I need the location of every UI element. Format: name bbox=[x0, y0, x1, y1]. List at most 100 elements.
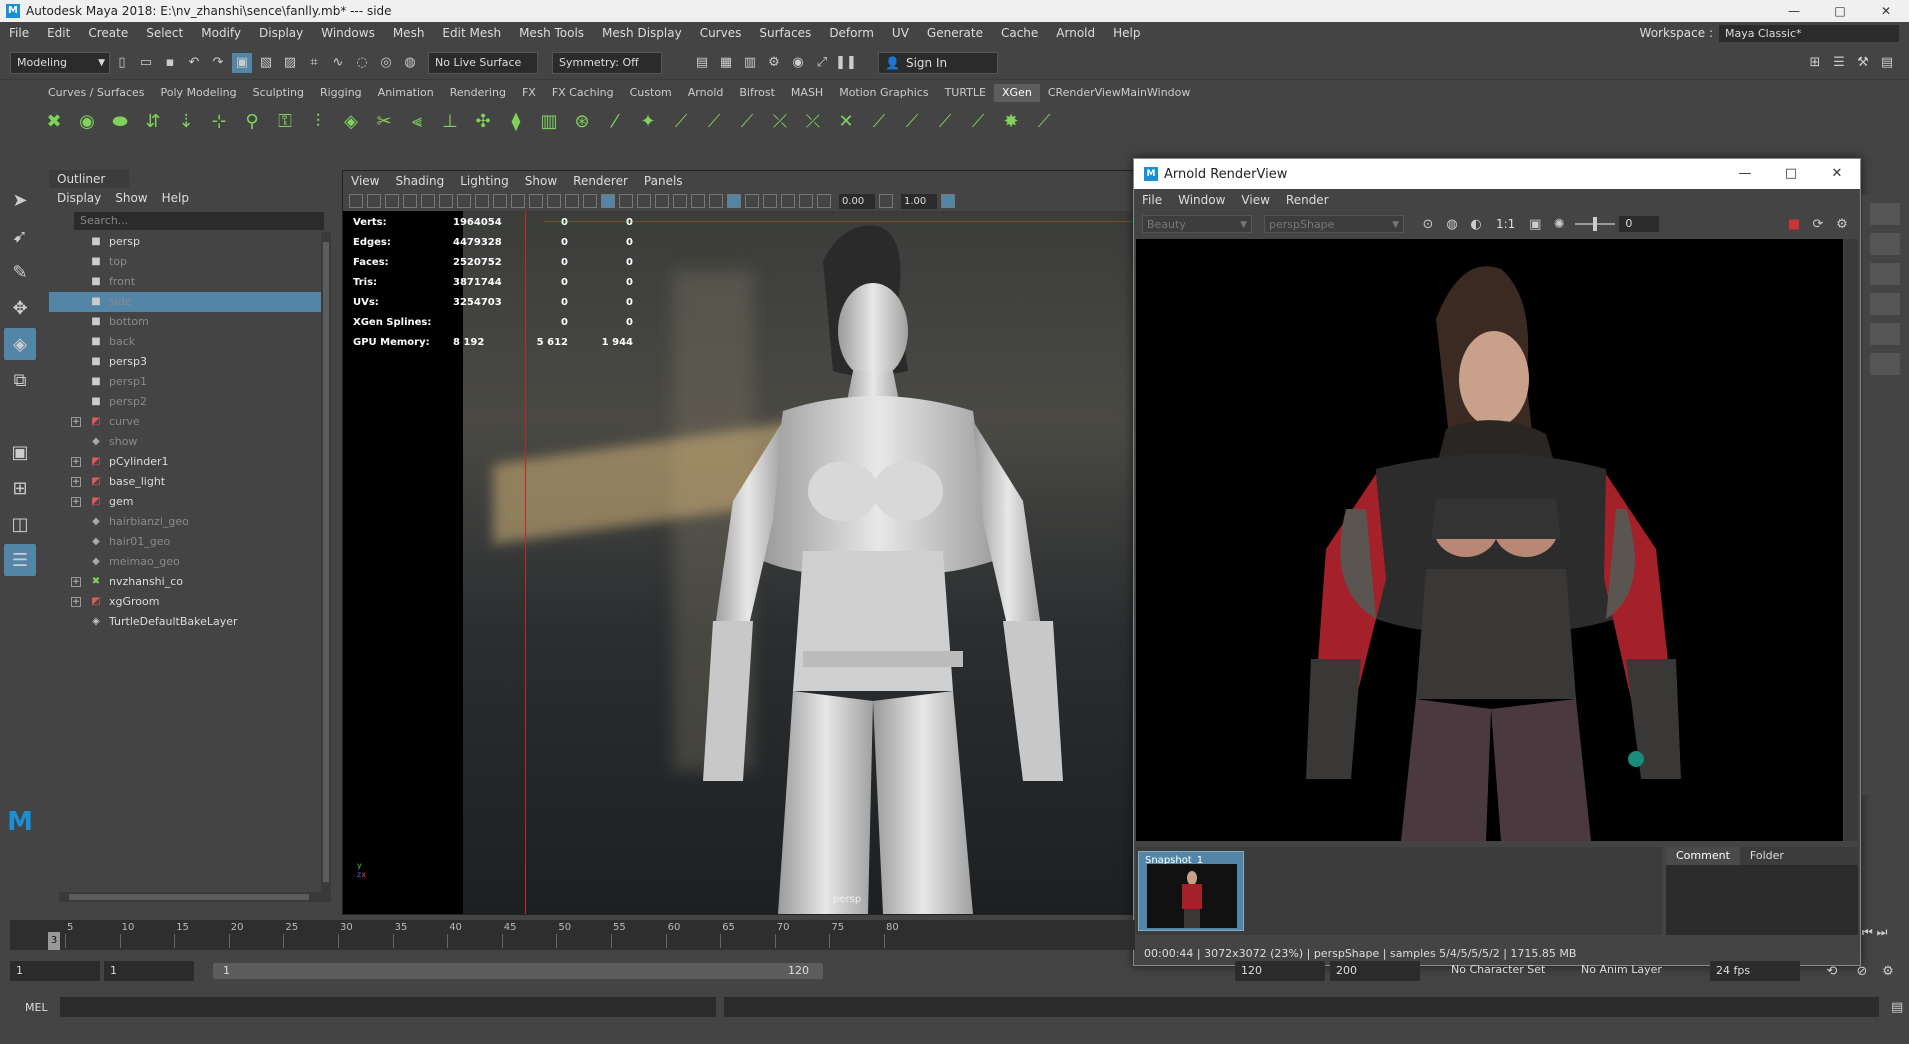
shelf-tab-turtle[interactable]: TURTLE bbox=[937, 84, 994, 102]
menu-curves[interactable]: Curves bbox=[691, 22, 751, 44]
select-by-object-icon[interactable]: ▧ bbox=[256, 53, 276, 73]
shelf-tab-arnold[interactable]: Arnold bbox=[680, 84, 732, 102]
select-by-hierarchy-icon[interactable]: ▣ bbox=[232, 52, 252, 73]
xgen-description-icon[interactable]: ⬬ bbox=[106, 107, 134, 135]
fps-dropdown[interactable]: 24 fps bbox=[1710, 961, 1800, 981]
outliner-search-input[interactable]: Search... bbox=[74, 212, 324, 230]
character-set-dropdown[interactable]: No Character Set bbox=[1445, 960, 1565, 982]
current-frame-marker[interactable]: 3 bbox=[48, 932, 60, 950]
arnold-menu-window[interactable]: Window bbox=[1178, 193, 1225, 207]
command-input[interactable] bbox=[59, 997, 717, 1017]
groom-add-icon[interactable]: ⊹ bbox=[205, 107, 233, 135]
snap-toggle-icon[interactable]: ⤢ bbox=[812, 53, 832, 73]
groom-comb-icon[interactable]: ⫶ bbox=[304, 107, 332, 135]
undo-icon[interactable]: ↶ bbox=[184, 53, 204, 73]
shelf-tab-crenderviewmainwindow[interactable]: CRenderViewMainWindow bbox=[1040, 84, 1199, 102]
arnold-close-button[interactable]: ✕ bbox=[1814, 159, 1860, 189]
side-button-4[interactable] bbox=[1870, 293, 1900, 315]
shelf-tab-motion-graphics[interactable]: Motion Graphics bbox=[831, 84, 936, 102]
groom-brush5-icon[interactable]: ⤫ bbox=[799, 107, 827, 135]
minimize-button[interactable]: — bbox=[1771, 0, 1817, 22]
outliner-item-persp[interactable]: ■ persp bbox=[49, 232, 321, 252]
menu-mesh[interactable]: Mesh bbox=[384, 22, 434, 44]
menu-mesh-tools[interactable]: Mesh Tools bbox=[510, 22, 593, 44]
viewport-menu-view[interactable]: View bbox=[351, 174, 379, 188]
modeling-toolkit-icon[interactable]: ⊞ bbox=[1805, 53, 1825, 73]
outliner-menu-display[interactable]: Display bbox=[57, 191, 101, 205]
outliner-item-turtledefaultbakelayer[interactable]: ◈ TurtleDefaultBakeLayer bbox=[49, 612, 321, 632]
snap-curve-icon[interactable]: ∿ bbox=[328, 53, 348, 73]
menu-generate[interactable]: Generate bbox=[918, 22, 992, 44]
groom-brush3-icon[interactable]: ⟋ bbox=[733, 107, 761, 135]
resolution-gate-icon[interactable] bbox=[493, 194, 507, 208]
playback-end-field[interactable]: 120 bbox=[1235, 961, 1325, 981]
exposure-slider[interactable] bbox=[1575, 217, 1616, 231]
outliner-item-nvzhanshi_co[interactable]: + ✖ nvzhanshi_co bbox=[49, 572, 321, 592]
xgen-editor-icon[interactable]: ✖ bbox=[40, 107, 68, 135]
exposure-value[interactable]: 0 bbox=[1619, 216, 1660, 232]
exposure-field[interactable]: 0.00 bbox=[839, 193, 875, 209]
tab-comment[interactable]: Comment bbox=[1666, 847, 1740, 865]
playback-start-field[interactable]: 1 bbox=[104, 961, 194, 981]
menu-set-dropdown[interactable]: Modeling ▼ bbox=[10, 51, 110, 74]
groom-noise-icon[interactable]: ✣ bbox=[469, 107, 497, 135]
groom-brush12-icon[interactable]: ⟋ bbox=[1030, 107, 1058, 135]
workspace-select[interactable]: Maya Classic* bbox=[1719, 24, 1899, 42]
shelf-tab-custom[interactable]: Custom bbox=[622, 84, 680, 102]
script-type-label[interactable]: MEL bbox=[0, 1001, 60, 1014]
render-frame-icon[interactable]: ▤ bbox=[692, 53, 712, 73]
attribute-editor-icon[interactable]: ☰ bbox=[1829, 53, 1849, 73]
shelf-tab-fx[interactable]: FX bbox=[514, 84, 544, 102]
arnold-menu-view[interactable]: View bbox=[1241, 193, 1269, 207]
snap-surface-icon[interactable]: ◍ bbox=[400, 53, 420, 73]
groom-brush7-icon[interactable]: ⟋ bbox=[865, 107, 893, 135]
outliner-item-top[interactable]: ■ top bbox=[49, 252, 321, 272]
expand-icon[interactable]: + bbox=[71, 597, 81, 607]
expand-icon[interactable]: + bbox=[71, 477, 81, 487]
isolate-select-icon[interactable] bbox=[745, 194, 759, 208]
select-tool-icon[interactable]: ➤ bbox=[4, 184, 36, 216]
camera-dropdown[interactable]: perspShape ▼ bbox=[1264, 215, 1404, 233]
aov-dropdown[interactable]: Beauty ▼ bbox=[1142, 215, 1252, 233]
wireframe-on-shaded-icon[interactable] bbox=[619, 194, 633, 208]
tab-folder[interactable]: Folder bbox=[1740, 847, 1794, 865]
groom-sculpt-icon[interactable]: ⚲ bbox=[238, 107, 266, 135]
expand-icon[interactable]: + bbox=[71, 497, 81, 507]
render-vscroll[interactable] bbox=[1844, 239, 1858, 841]
outliner-item-curve[interactable]: + ◩ curve bbox=[49, 412, 321, 432]
anim-prefs-icon[interactable]: ⚙ bbox=[1878, 961, 1898, 981]
viewport-menu-panels[interactable]: Panels bbox=[644, 174, 683, 188]
render-settings-icon[interactable]: ⊙ bbox=[1418, 214, 1438, 234]
close-button[interactable]: ✕ bbox=[1863, 0, 1909, 22]
groom-layers-icon[interactable]: ◈ bbox=[337, 107, 365, 135]
side-button-5[interactable] bbox=[1870, 323, 1900, 345]
pause-icon[interactable]: ❚❚ bbox=[835, 53, 857, 73]
refresh-render-icon[interactable]: ⟳ bbox=[1808, 214, 1828, 234]
gate-mask-icon[interactable] bbox=[511, 194, 525, 208]
expand-icon[interactable]: + bbox=[71, 457, 81, 467]
menu-file[interactable]: File bbox=[0, 22, 38, 44]
use-all-lights-icon[interactable] bbox=[655, 194, 669, 208]
render-image-area[interactable] bbox=[1136, 239, 1843, 841]
script-editor-icon[interactable]: ▤ bbox=[1887, 997, 1907, 1017]
groom-place-icon[interactable]: ⇣ bbox=[172, 107, 200, 135]
outliner-item-hair01_geo[interactable]: ◆ hair01_geo bbox=[49, 532, 321, 552]
groom-brush4-icon[interactable]: ⤫ bbox=[766, 107, 794, 135]
single-view-icon[interactable]: ▣ bbox=[4, 436, 36, 468]
outliner-item-persp1[interactable]: ■ persp1 bbox=[49, 372, 321, 392]
step-back-icon[interactable]: ⏮ bbox=[1862, 925, 1873, 939]
field-chart-icon[interactable] bbox=[529, 194, 543, 208]
safe-action-icon[interactable] bbox=[547, 194, 561, 208]
wireframe-icon[interactable] bbox=[583, 194, 597, 208]
groom-clump-icon[interactable]: ⧫ bbox=[502, 107, 530, 135]
outliner-item-side[interactable]: ■ side bbox=[49, 292, 321, 312]
shelf-tab-rendering[interactable]: Rendering bbox=[442, 84, 514, 102]
shelf-tab-poly-modeling[interactable]: Poly Modeling bbox=[153, 84, 245, 102]
snap-view-icon[interactable]: ◎ bbox=[376, 53, 396, 73]
loop-icon[interactable]: ⟲ bbox=[1822, 961, 1842, 981]
menu-modify[interactable]: Modify bbox=[192, 22, 250, 44]
open-scene-icon[interactable]: ▭ bbox=[136, 53, 156, 73]
rotate-tool-icon[interactable]: ◈ bbox=[4, 328, 36, 360]
stop-render-icon[interactable]: ■ bbox=[1784, 214, 1804, 234]
outliner-layout-icon[interactable]: ☰ bbox=[4, 544, 36, 576]
